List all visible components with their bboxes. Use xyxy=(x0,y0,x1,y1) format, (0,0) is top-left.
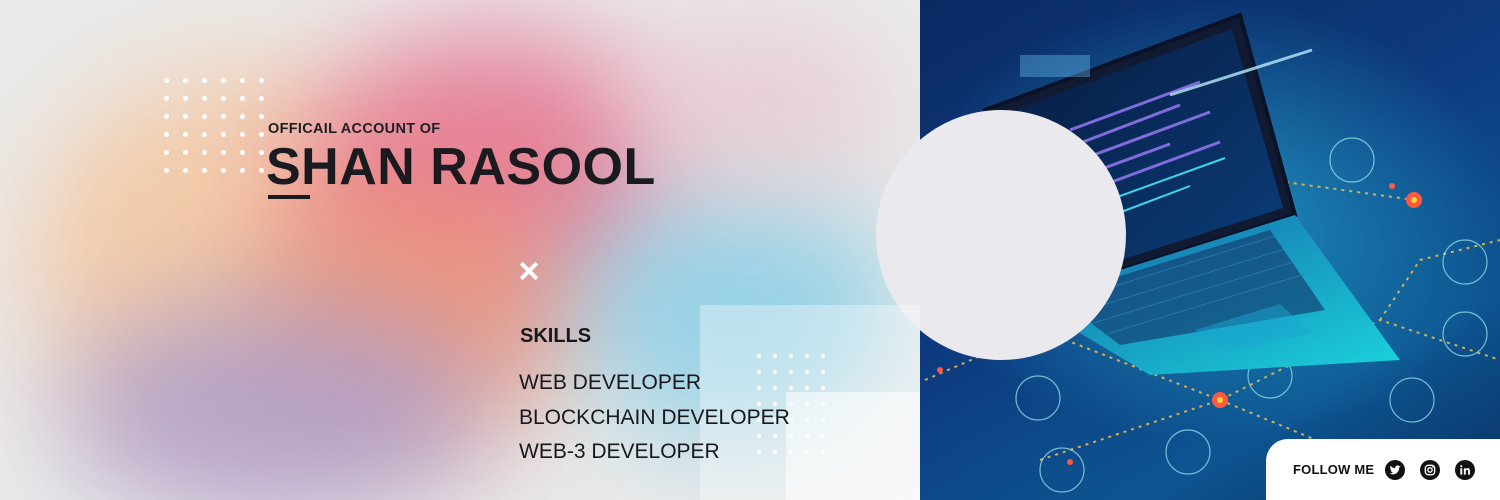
title-underline xyxy=(268,195,310,199)
twitter-icon[interactable] xyxy=(1385,460,1405,480)
profile-banner: OFFICAIL ACCOUNT OF SHAN RASOOL SKILLS W… xyxy=(0,0,1500,500)
close-icon xyxy=(517,259,541,283)
skills-title: SKILLS xyxy=(520,325,592,347)
skills-list: WEB DEVELOPER BLOCKCHAIN DEVELOPER WEB-3… xyxy=(519,366,790,470)
dot-grid xyxy=(164,78,264,173)
account-name: SHAN RASOOL xyxy=(266,138,656,196)
instagram-icon xyxy=(1424,464,1436,476)
linkedin-icon xyxy=(1460,465,1470,475)
account-subtitle: OFFICAIL ACCOUNT OF xyxy=(268,121,441,137)
gradient-blob xyxy=(630,20,890,190)
twitter-icon xyxy=(1389,465,1401,475)
follow-label: FOLLOW ME xyxy=(1293,462,1375,477)
instagram-icon[interactable] xyxy=(1420,460,1440,480)
linkedin-icon[interactable] xyxy=(1455,460,1475,480)
follow-me-box: FOLLOW ME xyxy=(1266,439,1500,500)
skill-item: WEB DEVELOPER xyxy=(519,371,702,394)
skill-item: WEB-3 DEVELOPER xyxy=(519,440,720,463)
skill-item: BLOCKCHAIN DEVELOPER xyxy=(519,405,790,429)
